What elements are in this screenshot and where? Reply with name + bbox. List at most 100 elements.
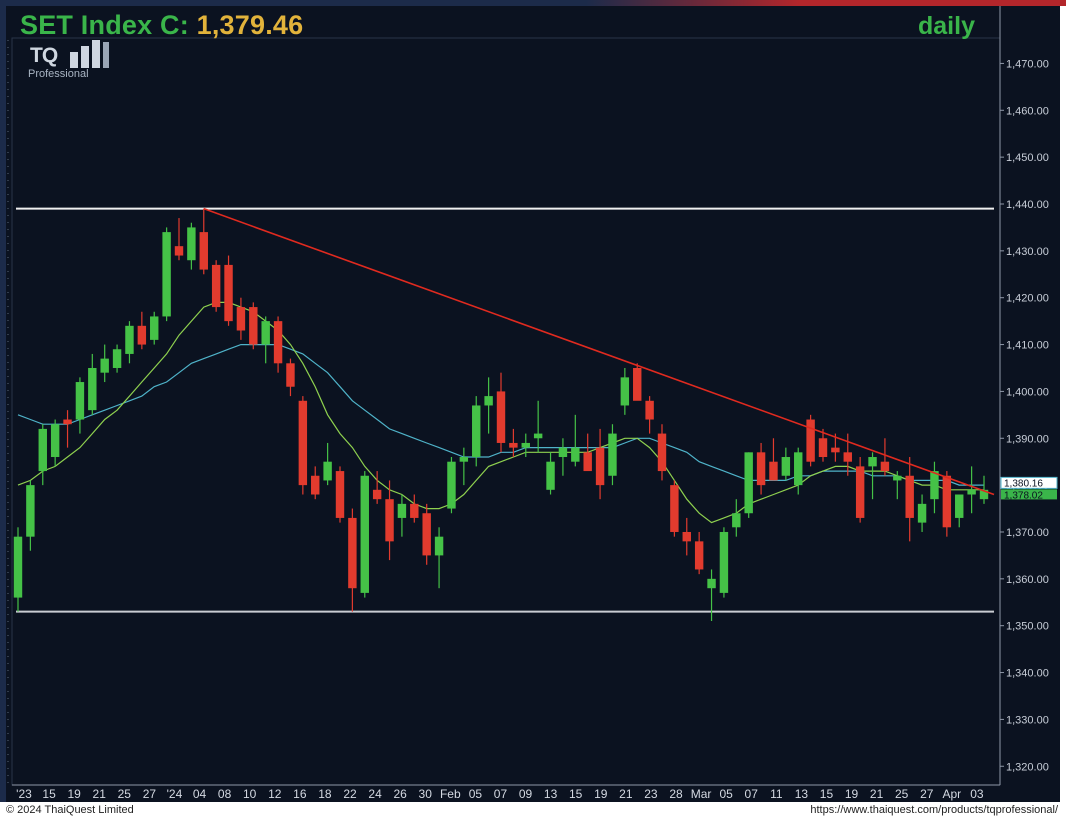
candle-down[interactable] — [174, 246, 184, 256]
candle-down[interactable] — [298, 400, 308, 486]
candle-down[interactable] — [211, 264, 221, 308]
x-tick-label: 19 — [594, 787, 608, 801]
candle-up[interactable] — [744, 452, 753, 514]
price-chart[interactable]: 1,470.00 1,460.00 1,450.00 1,440.00 1,430.00… — [0, 0, 1066, 802]
copyright-text: © 2024 ThaiQuest Limited — [6, 804, 134, 816]
candle-down[interactable] — [509, 442, 518, 448]
candle-down[interactable] — [348, 517, 357, 589]
candle-up[interactable] — [955, 494, 964, 518]
candle-up[interactable] — [558, 447, 568, 458]
y-tick-label: 1,350.00 — [1006, 621, 1049, 633]
x-tick-label: 16 — [293, 787, 307, 801]
x-tick-label: 24 — [368, 787, 382, 801]
candle-up[interactable] — [620, 377, 630, 406]
candle-down[interactable] — [236, 307, 246, 331]
candle-down[interactable] — [286, 363, 295, 387]
y-tick-label: 1,320.00 — [1006, 761, 1049, 773]
candle-down[interactable] — [756, 452, 766, 486]
candle-up[interactable] — [459, 457, 469, 462]
candle-down[interactable] — [496, 391, 506, 443]
candle-up[interactable] — [88, 367, 97, 411]
candle-up[interactable] — [533, 433, 543, 439]
x-tick-label: 03 — [970, 787, 984, 801]
x-tick-label: 10 — [243, 787, 257, 801]
candle-up[interactable] — [187, 227, 196, 261]
candle-down[interactable] — [311, 475, 320, 495]
candle-down[interactable] — [670, 485, 679, 532]
candle-down[interactable] — [942, 475, 952, 528]
interval-label: daily — [918, 12, 975, 40]
x-tick-label: 27 — [143, 787, 157, 801]
candle-down[interactable] — [905, 475, 914, 518]
candle-down[interactable] — [273, 321, 283, 364]
candle-up[interactable] — [26, 485, 35, 537]
candle-up[interactable] — [162, 232, 171, 317]
y-tick-label: 1,370.00 — [1006, 527, 1049, 539]
candle-up[interactable] — [608, 433, 617, 476]
candle-up[interactable] — [893, 475, 902, 481]
candle-up[interactable] — [75, 382, 85, 420]
candle-up[interactable] — [967, 489, 976, 495]
y-tick-label: 1,420.00 — [1006, 293, 1049, 305]
y-tick-label: 1,390.00 — [1006, 433, 1049, 445]
candle-up[interactable] — [100, 358, 109, 373]
candle-up[interactable] — [125, 325, 134, 354]
candle-up[interactable] — [150, 316, 159, 340]
y-tick-label: 1,430.00 — [1006, 246, 1049, 258]
x-tick-label: 25 — [895, 787, 909, 801]
candle-down[interactable] — [633, 367, 642, 401]
candle-down[interactable] — [769, 461, 778, 481]
candle-up[interactable] — [917, 503, 927, 523]
candle-down[interactable] — [385, 499, 394, 542]
close-value: 1,379.46 — [196, 10, 304, 40]
candle-up[interactable] — [571, 447, 580, 462]
candle-down[interactable] — [583, 452, 592, 472]
candle-up[interactable] — [484, 396, 493, 406]
candle-down[interactable] — [880, 461, 890, 472]
candle-up[interactable] — [360, 475, 369, 593]
candle-down[interactable] — [818, 438, 828, 458]
candle-up[interactable] — [732, 513, 741, 528]
candle-down[interactable] — [806, 419, 815, 462]
candle-up[interactable] — [794, 452, 803, 486]
candle-up[interactable] — [868, 457, 877, 467]
candle-down[interactable] — [335, 471, 345, 518]
candle-down[interactable] — [372, 489, 382, 500]
candle-down[interactable] — [843, 452, 852, 462]
candle-up[interactable] — [719, 531, 729, 593]
candle-up[interactable] — [112, 349, 122, 368]
x-tick-label: '23 — [16, 787, 32, 801]
candle-up[interactable] — [472, 405, 481, 458]
candle-up[interactable] — [261, 321, 270, 345]
candle-down[interactable] — [694, 541, 704, 570]
candle-down[interactable] — [657, 433, 667, 472]
candle-up[interactable] — [397, 503, 407, 518]
candle-down[interactable] — [645, 400, 654, 420]
candle-down[interactable] — [410, 503, 419, 518]
candle-down[interactable] — [224, 264, 233, 322]
candle-up[interactable] — [38, 428, 47, 472]
candle-up[interactable] — [707, 578, 716, 589]
candle-down[interactable] — [199, 232, 208, 270]
candle-up[interactable] — [434, 536, 444, 556]
candle-up[interactable] — [521, 442, 530, 448]
candle-up[interactable] — [50, 424, 60, 458]
candle-up[interactable] — [930, 471, 939, 500]
candle-up[interactable] — [13, 536, 23, 598]
candle-up[interactable] — [781, 457, 791, 476]
candle-down[interactable] — [422, 513, 431, 556]
x-tick-label: 19 — [845, 787, 859, 801]
candle-down[interactable] — [855, 466, 865, 518]
candle-down[interactable] — [249, 307, 258, 345]
x-tick-label: 05 — [469, 787, 483, 801]
candle-down[interactable] — [63, 419, 72, 425]
candle-down[interactable] — [682, 531, 691, 542]
candle-down[interactable] — [137, 325, 147, 345]
candle-down[interactable] — [831, 447, 840, 453]
candle-up[interactable] — [546, 461, 555, 490]
source-url[interactable]: https://www.thaiquest.com/products/tqpro… — [810, 804, 1058, 816]
candle-up[interactable] — [447, 461, 456, 509]
candle-up[interactable] — [323, 461, 332, 481]
candle-down[interactable] — [595, 447, 605, 486]
x-tick-label: 08 — [218, 787, 232, 801]
